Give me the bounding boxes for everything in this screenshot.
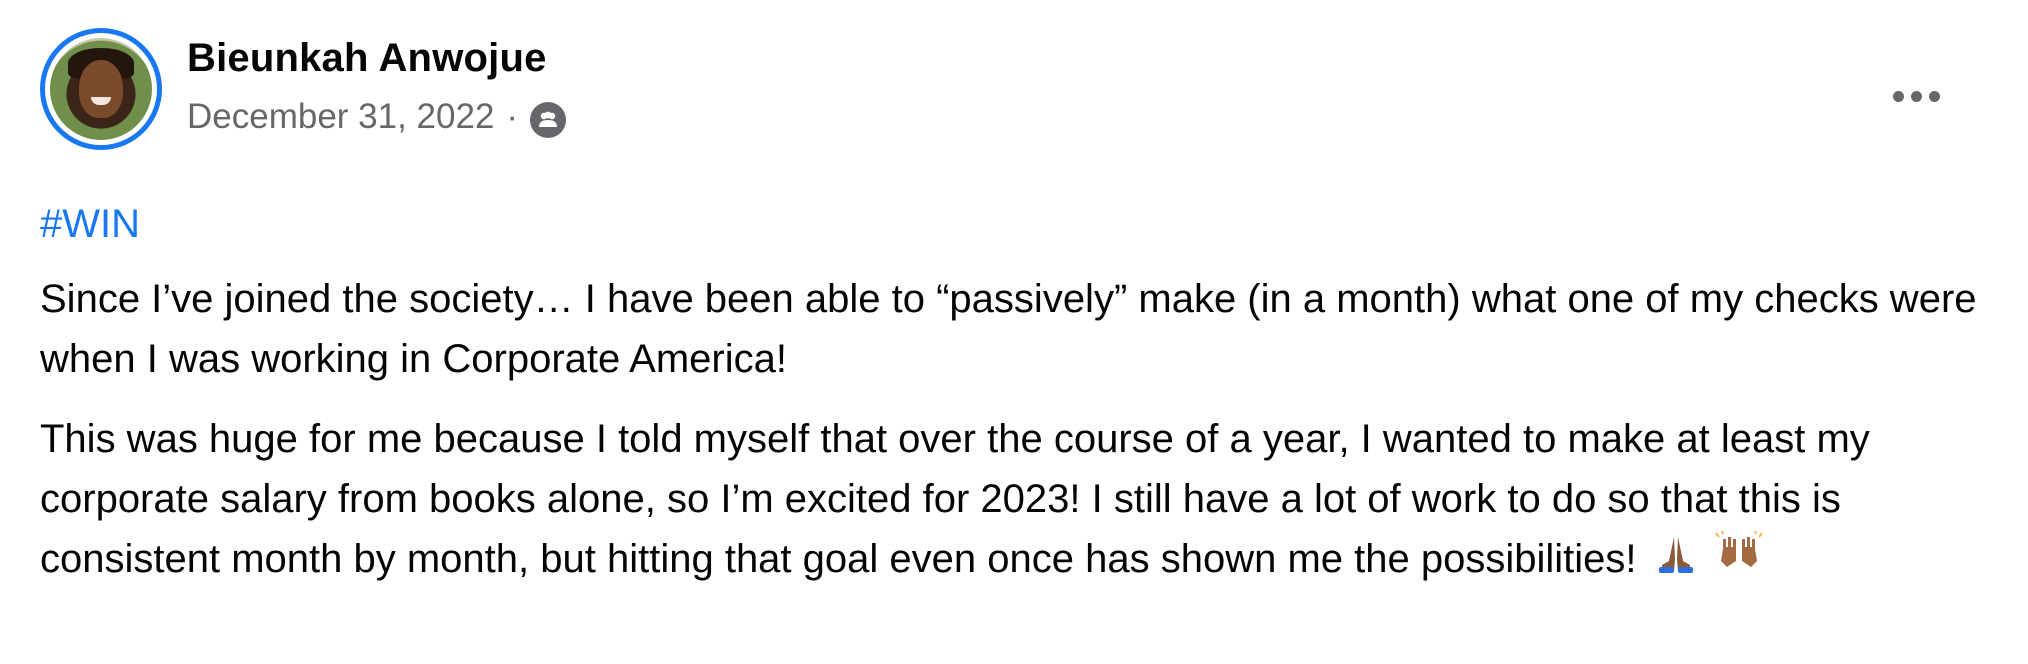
raising-hands-emoji <box>1714 530 1763 592</box>
avatar-face <box>78 60 124 118</box>
avatar-image <box>50 38 152 140</box>
folded-hands-emoji <box>1654 531 1698 592</box>
more-dot <box>1910 90 1922 102</box>
facebook-post: Bieunkah Anwojue December 31, 2022 · #WI… <box>0 0 2028 664</box>
post-paragraph-text: This was huge for me because I told myse… <box>40 417 1870 581</box>
more-options-icon[interactable] <box>1884 84 1948 108</box>
more-dot <box>1892 90 1904 102</box>
author-avatar[interactable] <box>40 28 162 150</box>
more-dot <box>1928 90 1940 102</box>
post-meta: December 31, 2022 · <box>187 96 567 138</box>
group-icon[interactable] <box>530 102 567 138</box>
post-paragraph: This was huge for me because I told myse… <box>40 409 2000 592</box>
hashtag-link[interactable]: #WIN <box>40 202 140 247</box>
post-header: Bieunkah Anwojue December 31, 2022 · <box>40 28 1988 152</box>
post-date[interactable]: December 31, 2022 <box>187 97 494 137</box>
author-name[interactable]: Bieunkah Anwojue <box>187 36 547 81</box>
meta-separator: · <box>506 97 519 136</box>
post-paragraph: Since I’ve joined the society… I have be… <box>40 277 1977 381</box>
